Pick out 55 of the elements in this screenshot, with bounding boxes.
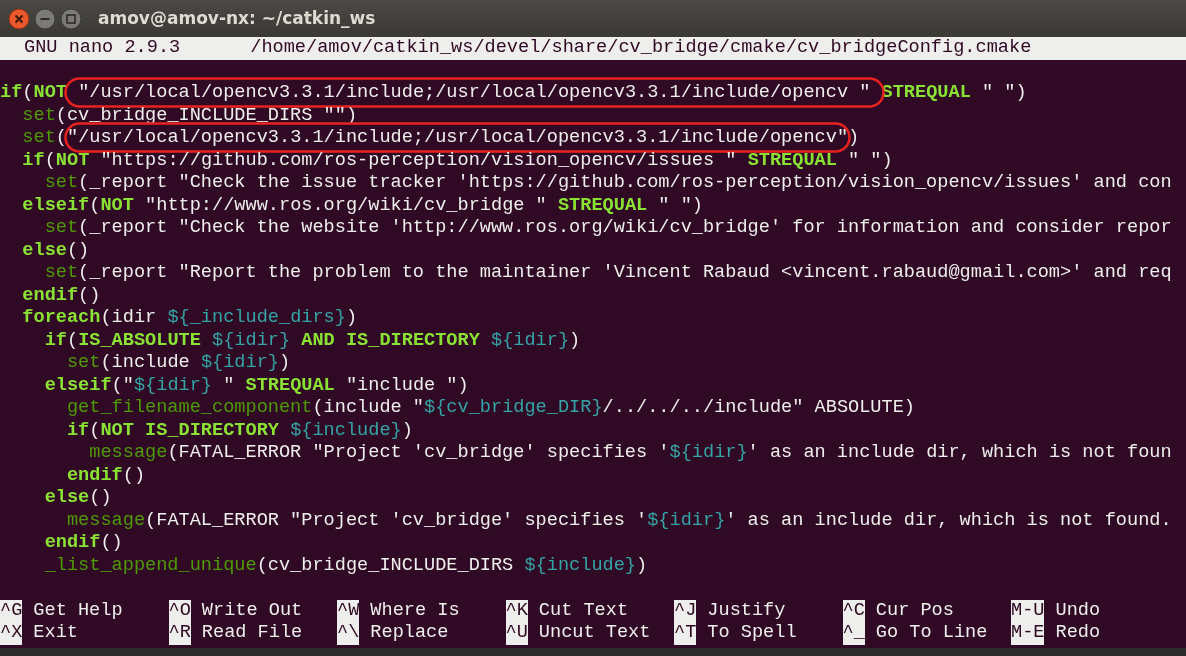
shortcut-key: ^J <box>674 599 697 622</box>
minimize-icon[interactable] <box>34 7 56 30</box>
shortcut-label: To Spell <box>707 622 797 645</box>
code-line: elseif("${idir} " STREQUAL "include ") <box>43 374 469 396</box>
code-line: get_filename_component(include "${cv_bridge_DIR}/../../../include" ABSOLUTE) <box>65 397 915 418</box>
code-line: if(NOT "https://github.com/ros-perception/vision_opencv/issues " STREQUAL " ") <box>21 149 893 171</box>
shortcut-key: ^X <box>0 622 23 645</box>
shortcut-key: ^K <box>505 599 528 622</box>
shortcut-label: Exit <box>33 622 78 645</box>
shortcut-key: ^U <box>505 622 528 645</box>
shortcut-key: M-U <box>1011 599 1045 622</box>
code-line: _list_append_unique(cv_bridge_INCLUDE_DIRS ${include}) <box>43 554 648 576</box>
code-line: set(include ${idir}) <box>65 352 291 373</box>
file-path: /home/amov/catkin_ws/devel/share/cv_bridge/cmake/cv_bridgeConfig.cmake <box>250 37 1032 60</box>
shortcut-label: Redo <box>1055 622 1101 645</box>
shortcut-label: Get Help <box>33 599 123 622</box>
code-line: message(FATAL_ERROR "Project 'cv_bridge' specifies '${idir}' as an include dir, which is not foun <box>88 442 1172 463</box>
shortcut-label: Cut Text <box>538 599 629 622</box>
code-line: set("/usr/local/opencv3.3.1/include;/usr/local/opencv3.3.1/include/opencv") <box>21 127 860 148</box>
code-line: endif() <box>21 284 101 306</box>
shortcut-key: ^G <box>0 599 23 622</box>
shortcut-key: ^T <box>674 622 697 645</box>
maximize-icon[interactable] <box>60 7 82 30</box>
shortcut-key: ^C <box>842 599 865 622</box>
code-line: elseif(NOT "http://www.ros.org/wiki/cv_bridge " STREQUAL " ") <box>21 194 703 216</box>
code-line: if(NOT IS_DIRECTORY ${include}) <box>65 419 413 441</box>
close-icon[interactable] <box>8 7 30 30</box>
code-line: set(cv_bridge_INCLUDE_DIRS "") <box>21 104 358 126</box>
shortcut-key: ^_ <box>842 622 865 645</box>
window-title: amov@amov-nx: ~/catkin_ws <box>98 6 376 30</box>
shortcut-label: Go To Line <box>875 622 988 645</box>
shortcut-key: ^W <box>337 599 360 622</box>
shortcut-label: Read File <box>201 622 303 645</box>
code-line: endif() <box>65 464 146 486</box>
code-line: if(IS_ABSOLUTE ${idir} AND IS_DIRECTORY ${idir}) <box>43 329 581 351</box>
code-line: foreach(idir ${_include_dirs}) <box>21 307 358 328</box>
shortcut-label: Cur Pos <box>875 599 954 622</box>
code-line: set(_report "Check the issue tracker 'https://github.com/ros-perception/vision_opencv/issues' and con <box>43 172 1172 193</box>
shortcut-label: Write Out <box>201 599 303 622</box>
shortcut-key: ^O <box>168 599 191 622</box>
shortcut-key: M-E <box>1011 622 1045 645</box>
code-line: else() <box>21 239 90 261</box>
editor-name: GNU nano 2.9.3 <box>24 37 181 60</box>
shortcut-label: Uncut Text <box>538 622 651 645</box>
shortcut-label: Replace <box>370 622 449 645</box>
shortcut-label: Undo <box>1055 599 1101 622</box>
code-line: else() <box>43 487 112 508</box>
shortcut-label: Justify <box>707 599 786 622</box>
shortcut-key: ^\ <box>337 622 360 645</box>
code-line: set(_report "Report the problem to the maintainer 'Vincent Rabaud <vincent.rabaud@gmail.com>' and req <box>43 262 1172 283</box>
code-line: message(FATAL_ERROR "Project 'cv_bridge' specifies '${idir}' as an include dir, which is not found. <box>65 509 1172 531</box>
code-line: set(_report "Check the website 'http://www.ros.org/wiki/cv_bridge' for information and consider repor <box>43 217 1172 238</box>
shortcut-label: Where Is <box>370 599 460 622</box>
code-line: endif() <box>43 532 123 553</box>
shortcut-key: ^R <box>168 622 191 645</box>
